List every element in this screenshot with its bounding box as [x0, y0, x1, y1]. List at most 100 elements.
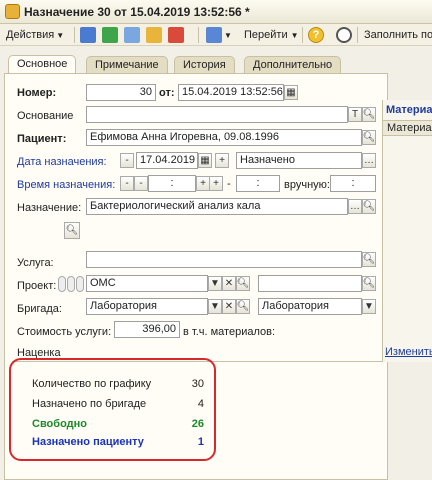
tab-additional[interactable]: Дополнительно [244, 56, 342, 73]
project-toggle-3[interactable] [76, 276, 84, 292]
window-title: Назначение 30 от 15.04.2019 13:52:56 * [24, 5, 250, 19]
assignment-label: Назначение: [17, 202, 82, 214]
patient-count-label: Назначено пациенту [32, 436, 144, 448]
time-field[interactable]: : [148, 175, 196, 192]
structure-menu-button[interactable]: ▼ [206, 27, 232, 43]
copy-icon[interactable] [124, 27, 140, 43]
patient-count-value: 1 [197, 436, 204, 448]
plus-icon: + [219, 155, 225, 166]
brigade-2-dropdown-button[interactable]: ▼ [362, 299, 376, 314]
basis-label: Основание [17, 110, 74, 122]
search-icon: 🔍︎ [236, 278, 250, 289]
assignment-select-button[interactable]: … [348, 199, 362, 214]
toolbar-separator [198, 27, 199, 43]
time-minus-button[interactable]: - [120, 176, 134, 191]
time-plus-button-2[interactable]: + [209, 176, 223, 191]
status-select-button[interactable]: … [362, 153, 376, 168]
unpost-document-icon[interactable] [168, 27, 184, 43]
search-icon: 🔍︎ [362, 254, 376, 265]
manual-label: вручную: [284, 179, 330, 191]
chevron-down-icon: ▼ [290, 30, 299, 40]
project-label: Проект: [17, 280, 57, 292]
help-button[interactable]: ? [308, 27, 324, 43]
goto-label: Перейти [244, 29, 288, 41]
time-plus-button[interactable]: + [196, 176, 210, 191]
project-field[interactable]: ОМС [86, 275, 208, 292]
basis-field[interactable] [86, 106, 348, 123]
clock-icon [336, 27, 352, 43]
project-clear-button[interactable]: ✕ [222, 276, 236, 291]
assignment-search-button[interactable]: 🔍︎ [362, 199, 376, 214]
post-document-icon[interactable] [146, 27, 162, 43]
free-value: 26 [191, 418, 204, 430]
patient-search-button[interactable]: 🔍︎ [362, 130, 376, 145]
toolbar-icons-group [80, 27, 184, 43]
chevron-down-icon: ▼ [56, 30, 65, 40]
app-icon [5, 4, 20, 19]
calendar-button[interactable]: ▦ [284, 85, 298, 100]
date-plus-button[interactable]: + [215, 153, 229, 168]
brigade-dropdown-button[interactable]: ▼ [208, 299, 222, 314]
calendar-icon: ▦ [200, 155, 210, 166]
patient-field[interactable]: Ефимова Анна Игоревна, 09.08.1996 [86, 129, 362, 146]
service-label: Услуга: [17, 257, 54, 269]
tab-history[interactable]: История [174, 56, 235, 73]
manual-time-field[interactable]: : [330, 175, 376, 192]
lookup-button[interactable]: 🔍︎ [64, 222, 80, 239]
plus-icon: + [213, 178, 219, 189]
project-dropdown-button[interactable]: ▼ [208, 276, 222, 291]
history-button[interactable] [336, 27, 352, 43]
ellipsis-icon: … [364, 155, 374, 166]
time-end-field[interactable]: : [236, 175, 280, 192]
actions-menu-button[interactable]: Действия ▼ [6, 27, 64, 43]
date-calendar-button[interactable]: ▦ [198, 153, 212, 168]
change-link[interactable]: Изменить [385, 346, 432, 358]
brigade-field-2[interactable]: Лаборатория [258, 298, 362, 315]
by-schedule-value: 30 [191, 378, 204, 390]
fill-by-button[interactable]: Заполнить по [364, 27, 432, 43]
from-label: от: [159, 87, 175, 99]
type-button[interactable]: T [348, 107, 362, 122]
calendar-icon: ▦ [286, 87, 296, 98]
time-dash: - [227, 178, 231, 190]
brigade-field[interactable]: Лаборатория [86, 298, 208, 315]
tab-main[interactable]: Основное [8, 55, 77, 74]
time-minus-button-2[interactable]: - [134, 176, 148, 191]
chevron-down-icon: ▼ [210, 301, 220, 312]
close-icon: ✕ [224, 301, 234, 312]
brigade-search-button[interactable]: 🔍︎ [236, 299, 250, 314]
service-field[interactable] [86, 251, 362, 268]
service-search-button[interactable]: 🔍︎ [362, 252, 376, 267]
back-icon[interactable] [80, 27, 96, 43]
project-toggle-1[interactable] [58, 276, 66, 292]
basis-search-button[interactable]: 🔍︎ [362, 107, 376, 122]
brigade-clear-button[interactable]: ✕ [222, 299, 236, 314]
refresh-icon[interactable] [102, 27, 118, 43]
toolbar-separator [357, 27, 358, 43]
plus-icon: + [200, 178, 206, 189]
project-search-button[interactable]: 🔍︎ [236, 276, 250, 291]
project-toggle-2[interactable] [67, 276, 75, 292]
date-minus-button[interactable]: - [120, 153, 134, 168]
appoint-date-field[interactable]: 17.04.2019 [136, 152, 198, 169]
status-field[interactable]: Назначено [236, 152, 362, 169]
number-field[interactable]: 30 [86, 84, 156, 101]
by-brigade-value: 4 [197, 398, 204, 410]
brigade-label: Бригада: [17, 303, 62, 315]
type-icon: T [351, 109, 359, 120]
datetime-field[interactable]: 15.04.2019 13:52:56 [178, 84, 284, 101]
chevron-down-icon: ▼ [364, 301, 374, 312]
tab-note[interactable]: Примечание [86, 56, 168, 73]
close-icon: ✕ [224, 278, 234, 289]
toolbar-separator [302, 27, 303, 43]
project-extra-field[interactable] [258, 275, 362, 292]
goto-menu-button[interactable]: Перейти ▼ [244, 27, 299, 43]
patient-label: Пациент: [17, 133, 67, 145]
project-extra-search-button[interactable]: 🔍︎ [362, 276, 376, 291]
assignment-field[interactable]: Бактериологический анализ кала [86, 198, 348, 215]
cost-field[interactable]: 396,00 [114, 321, 180, 338]
free-label: Свободно [32, 418, 87, 430]
by-schedule-label: Количество по графику [32, 378, 152, 390]
number-label: Номер: [17, 87, 57, 99]
actions-label: Действия [6, 29, 55, 41]
